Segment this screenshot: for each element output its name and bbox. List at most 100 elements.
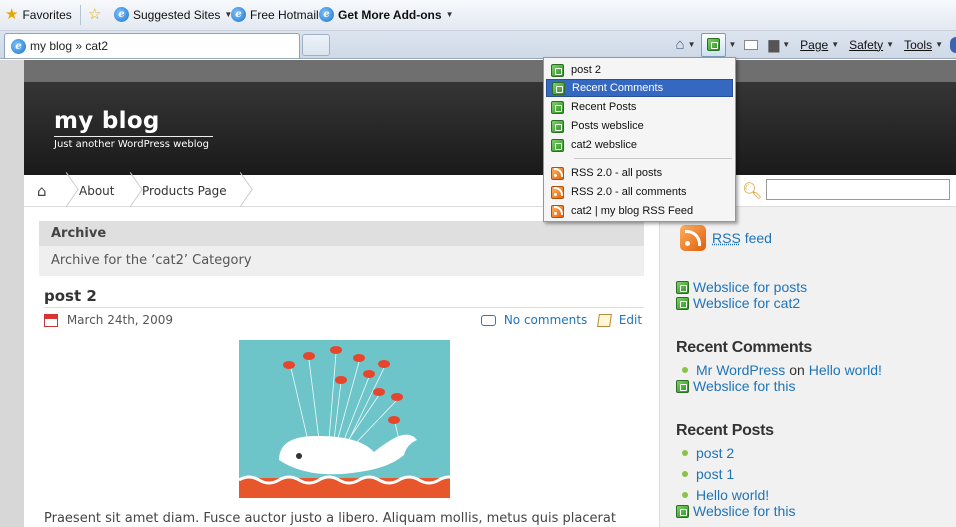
menu-item-webslice-posts[interactable]: Posts webslice — [546, 117, 733, 135]
recent-comment-item: Mr WordPress on Hello world! — [676, 362, 882, 378]
edit-link-wrap[interactable]: Edit — [597, 313, 642, 327]
help-icon — [950, 36, 956, 53]
nav-separator — [126, 175, 140, 207]
new-tab-button[interactable] — [302, 34, 330, 56]
recent-comments-heading: Recent Comments — [676, 339, 812, 356]
blog-header: my blog Just another WordPress weblog — [24, 82, 956, 175]
webslice-cat2-link[interactable]: Webslice for cat2 — [676, 295, 800, 311]
comment-target-link[interactable]: Hello world! — [809, 362, 882, 378]
site-title[interactable]: my blog — [54, 108, 160, 134]
menu-item-webslice-cat2[interactable]: cat2 webslice — [546, 136, 733, 154]
search-input[interactable] — [766, 179, 950, 200]
menu-item-label: Recent Comments — [572, 82, 664, 94]
feeds-dropdown-button[interactable]: ▼ — [726, 34, 740, 56]
mail-button[interactable] — [739, 34, 763, 56]
rss-abbr: RSS — [712, 230, 741, 246]
rss-feed-link[interactable]: RSS feed — [680, 225, 772, 251]
chevron-down-icon: ▼ — [886, 40, 895, 49]
recent-post-item[interactable]: Hello world! — [676, 487, 769, 503]
edit-icon — [597, 314, 612, 327]
recent-posts-webslice-label: Webslice for this — [693, 503, 796, 519]
comment-author-link[interactable]: Mr WordPress — [696, 362, 785, 378]
recent-post-item[interactable]: post 1 — [676, 466, 734, 482]
favorites-button[interactable]: ★ Favorites — [5, 7, 72, 22]
recent-posts-webslice-link[interactable]: Webslice for this — [676, 503, 795, 519]
webslice-icon — [551, 100, 564, 114]
comments-link[interactable]: No comments — [504, 313, 587, 327]
rss-label: RSS feed — [712, 230, 772, 246]
home-icon: ⌂ — [37, 182, 47, 200]
sidebar: RSS feed Webslice for posts Webslice for… — [659, 207, 956, 527]
suggested-sites-label: Suggested Sites — [133, 7, 221, 22]
webslice-icon — [551, 63, 564, 77]
recent-post-item[interactable]: post 2 — [676, 445, 734, 461]
chevron-down-icon: ▼ — [935, 40, 943, 49]
fail-whale-image — [239, 340, 450, 498]
favorites-bar: ★ Favorites ☆ e Suggested Sites ▼ e Free… — [0, 0, 956, 31]
menu-item-webslice-recent-posts[interactable]: Recent Posts — [546, 98, 733, 116]
add-to-favorites-button[interactable]: ☆ — [88, 7, 101, 22]
main-content: Archive Archive for the ‘cat2’ Category … — [24, 207, 659, 527]
get-addons-button[interactable]: e Get More Add-ons ▼ — [319, 7, 453, 22]
post-title[interactable]: post 2 — [44, 287, 97, 305]
archive-box: Archive Archive for the ‘cat2’ Category — [39, 221, 644, 276]
toolbar-divider — [80, 5, 81, 25]
mail-icon — [744, 39, 759, 50]
menu-item-webslice-post-2[interactable]: post 2 — [546, 61, 733, 79]
home-icon: ⌂ — [675, 36, 685, 53]
webslice-icon — [676, 296, 689, 310]
nav-item-products-page[interactable]: Products Page — [142, 175, 227, 207]
webslice-icon — [676, 280, 689, 294]
comment-on-text: on — [789, 362, 805, 378]
recent-post-link[interactable]: Hello world! — [696, 487, 769, 503]
nav-item-about[interactable]: About — [79, 175, 114, 207]
recent-post-link[interactable]: post 2 — [696, 445, 734, 461]
webslice-icon — [706, 38, 720, 51]
rss-icon — [680, 225, 706, 251]
tools-menu[interactable]: Tools ▼ — [899, 34, 948, 56]
menu-item-feed-all-comments[interactable]: RSS 2.0 - all comments — [546, 183, 733, 201]
bullet-icon — [682, 471, 688, 477]
fail-whale-illustration — [239, 346, 450, 498]
ie-page-icon: e — [114, 7, 129, 22]
safety-menu-label: Safety — [849, 37, 884, 52]
tab-active[interactable]: e my blog » cat2 — [4, 33, 300, 58]
recent-comments-webslice-label: Webslice for this — [693, 378, 796, 394]
page-menu[interactable]: Page ▼ — [795, 34, 844, 56]
menu-item-label: Posts webslice — [571, 120, 644, 132]
webslice-icon — [676, 504, 689, 518]
chevron-down-icon: ▼ — [831, 40, 840, 49]
suggested-sites-button[interactable]: e Suggested Sites ▼ — [114, 7, 232, 22]
rss-feed-text: feed — [744, 230, 772, 246]
get-addons-label: Get More Add-ons — [338, 7, 442, 22]
blog-navbar: ⌂ About Products Page 🔍︎ — [24, 175, 956, 207]
ie-page-icon: e — [319, 7, 334, 22]
recent-post-link[interactable]: post 1 — [696, 466, 734, 482]
menu-item-label: cat2 | my blog RSS Feed — [571, 205, 694, 217]
webslice-icon — [551, 119, 564, 133]
free-hotmail-label: Free Hotmail — [250, 7, 319, 22]
webslice-posts-link[interactable]: Webslice for posts — [676, 279, 807, 295]
safety-menu[interactable]: Safety ▼ — [844, 34, 899, 56]
print-button[interactable]: ▆ ▼ — [763, 34, 795, 56]
free-hotmail-link[interactable]: e Free Hotmail — [231, 7, 319, 22]
calendar-icon — [44, 314, 58, 327]
home-button[interactable]: ⌂ ▼ — [671, 34, 701, 56]
feeds-button[interactable] — [700, 32, 726, 57]
menu-item-feed-all-posts[interactable]: RSS 2.0 - all posts — [546, 164, 733, 182]
recent-comments-webslice-link[interactable]: Webslice for this — [676, 378, 795, 394]
nav-home[interactable]: ⌂ — [37, 175, 47, 207]
site-tagline: Just another WordPress weblog — [54, 136, 214, 150]
menu-item-feed-cat2[interactable]: cat2 | my blog RSS Feed — [546, 202, 733, 220]
menu-item-webslice-recent-comments[interactable]: Recent Comments — [546, 79, 733, 97]
rss-icon — [551, 185, 564, 199]
help-button[interactable] — [948, 34, 956, 56]
search-icon: 🔍︎ — [742, 181, 763, 200]
archive-subheading: Archive for the ‘cat2’ Category — [51, 253, 252, 268]
post-divider — [44, 307, 644, 308]
comments-link-wrap[interactable]: No comments — [481, 313, 587, 327]
bullet-icon — [682, 492, 688, 498]
comment-icon — [481, 315, 496, 326]
edit-link[interactable]: Edit — [619, 313, 642, 327]
menu-item-label: RSS 2.0 - all posts — [571, 167, 663, 179]
